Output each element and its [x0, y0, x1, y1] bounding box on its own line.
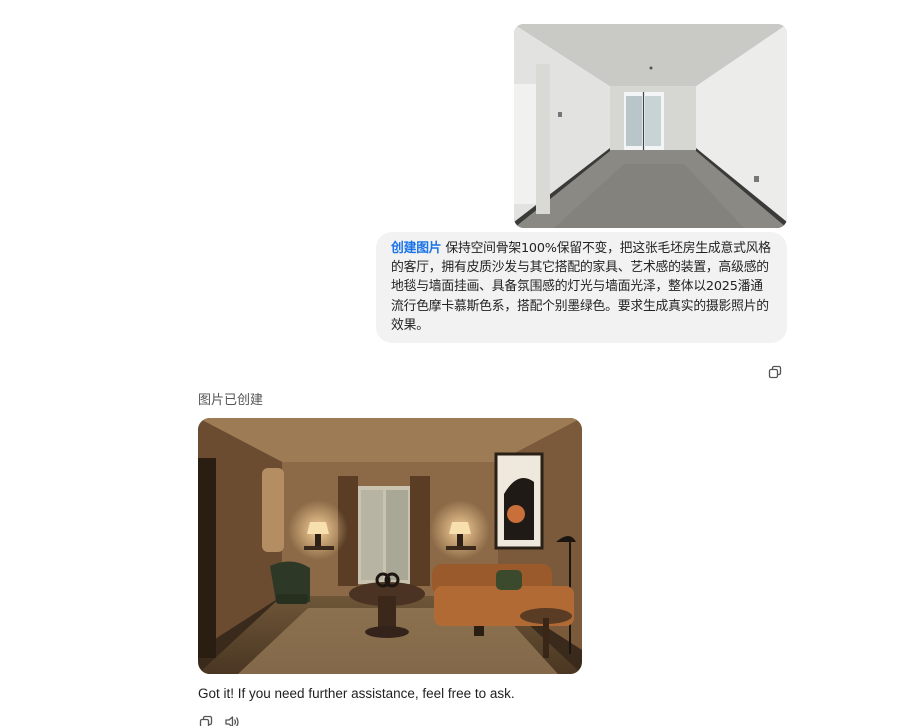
empty-room-photo	[514, 24, 787, 228]
create-image-tag[interactable]: 创建图片	[391, 241, 442, 256]
read-aloud-button[interactable]	[224, 714, 240, 726]
user-message-bubble: 创建图片 保持空间骨架100%保留不变，把这张毛坯房生成意式风格的客厅，拥有皮质沙…	[376, 232, 787, 343]
user-message-text: 保持空间骨架100%保留不变，把这张毛坯房生成意式风格的客厅，拥有皮质沙发与其它…	[391, 241, 771, 333]
assistant-reply: Got it! If you need further assistance, …	[198, 686, 515, 701]
user-uploaded-image[interactable]	[514, 24, 787, 228]
italian-living-room-photo	[198, 418, 582, 674]
copy-message-button[interactable]	[767, 364, 783, 380]
image-created-status: 图片已创建	[198, 393, 264, 408]
copy-reply-button[interactable]	[198, 714, 214, 726]
generated-image[interactable]	[198, 418, 582, 674]
copy-icon	[199, 715, 213, 726]
copy-icon	[768, 365, 782, 379]
chat-page: 创建图片 保持空间骨架100%保留不变，把这张毛坯房生成意式风格的客厅，拥有皮质沙…	[0, 0, 918, 726]
speaker-icon	[225, 716, 239, 726]
assistant-actions	[198, 714, 240, 726]
